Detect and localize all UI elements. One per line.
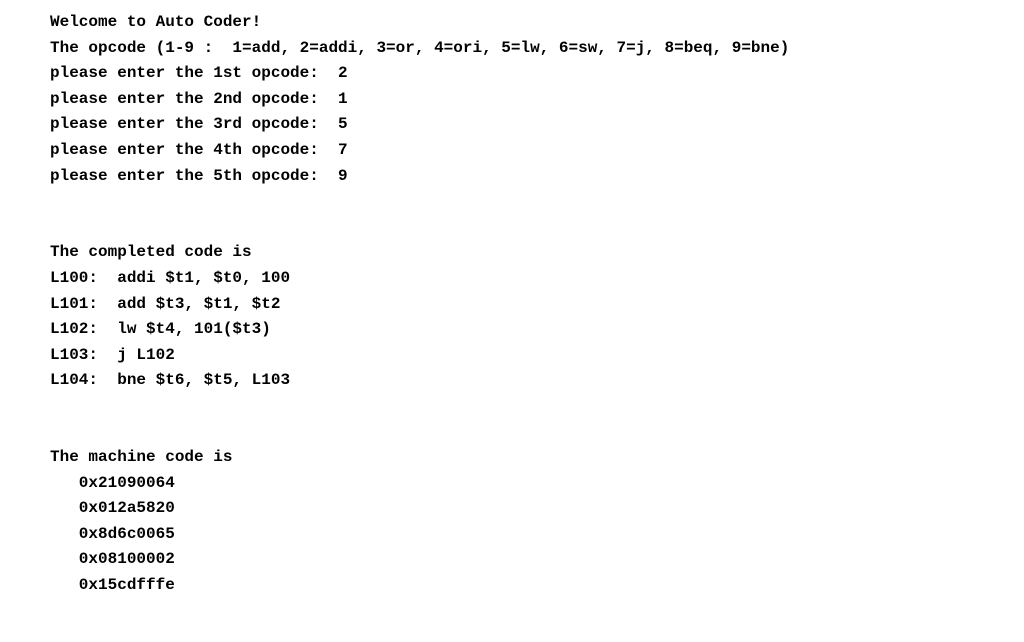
prompt-line-3: please enter the 3rd opcode: 5	[50, 112, 1024, 138]
prompt-value-2: 1	[338, 90, 348, 108]
completed-header: The completed code is	[50, 240, 1024, 266]
prompt-label-4: please enter the 4th opcode:	[50, 141, 338, 159]
completed-code-line: L100: addi $t1, $t0, 100	[50, 266, 1024, 292]
prompt-value-3: 5	[338, 115, 348, 133]
prompt-label-2: please enter the 2nd opcode:	[50, 90, 338, 108]
prompt-label-3: please enter the 3rd opcode:	[50, 115, 338, 133]
blank-line	[50, 189, 1024, 215]
prompt-value-5: 9	[338, 167, 348, 185]
prompt-line-2: please enter the 2nd opcode: 1	[50, 87, 1024, 113]
opcode-legend: The opcode (1-9 : 1=add, 2=addi, 3=or, 4…	[50, 36, 1024, 62]
machine-code-line: 0x15cdfffe	[50, 573, 1024, 599]
machine-code-line: 0x8d6c0065	[50, 522, 1024, 548]
prompt-label-5: please enter the 5th opcode:	[50, 167, 338, 185]
prompt-line-4: please enter the 4th opcode: 7	[50, 138, 1024, 164]
prompt-line-5: please enter the 5th opcode: 9	[50, 164, 1024, 190]
completed-code-line: L102: lw $t4, 101($t3)	[50, 317, 1024, 343]
machine-code-line: 0x08100002	[50, 547, 1024, 573]
blank-line	[50, 420, 1024, 446]
machine-header: The machine code is	[50, 445, 1024, 471]
blank-line	[50, 215, 1024, 241]
blank-line	[50, 394, 1024, 420]
prompt-label-1: please enter the 1st opcode:	[50, 64, 338, 82]
welcome-line: Welcome to Auto Coder!	[50, 10, 1024, 36]
prompt-line-1: please enter the 1st opcode: 2	[50, 61, 1024, 87]
completed-code-line: L104: bne $t6, $t5, L103	[50, 368, 1024, 394]
completed-code-line: L101: add $t3, $t1, $t2	[50, 292, 1024, 318]
machine-code-line: 0x21090064	[50, 471, 1024, 497]
prompt-value-1: 2	[338, 64, 348, 82]
completed-code-line: L103: j L102	[50, 343, 1024, 369]
prompt-value-4: 7	[338, 141, 348, 159]
machine-code-line: 0x012a5820	[50, 496, 1024, 522]
